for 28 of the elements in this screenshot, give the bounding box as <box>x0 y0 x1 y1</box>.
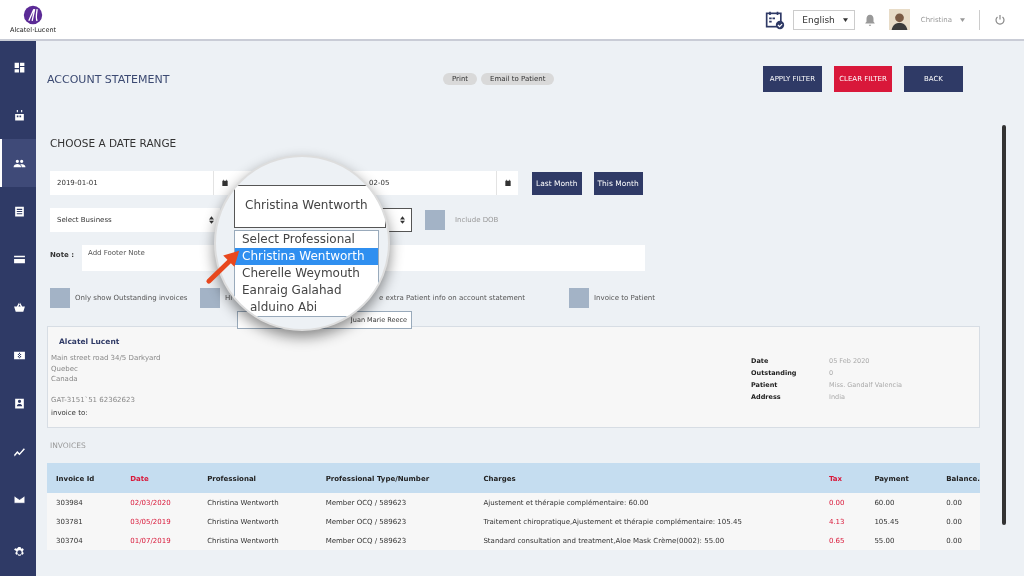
logo-icon <box>23 5 44 25</box>
dropdown-option[interactable]: Eanraig Galahad <box>235 282 378 299</box>
language-select[interactable]: English <box>793 9 855 30</box>
checkbox[interactable] <box>569 288 589 308</box>
settings-icon <box>12 545 26 559</box>
contact-card-icon <box>12 396 26 410</box>
checkbox[interactable] <box>425 210 445 230</box>
calendar-icon <box>503 179 512 187</box>
page-title: ACCOUNT STATEMENT <box>47 72 171 86</box>
checkbox[interactable] <box>50 288 70 308</box>
professional-select[interactable]: Christina Wentworth <box>234 185 386 228</box>
dropdown-option[interactable]: Select Professional <box>235 231 378 248</box>
sidebar-item[interactable] <box>0 139 36 187</box>
section-title: CHOOSE A DATE RANGE <box>50 137 178 149</box>
dropdown-option[interactable]: alduino Abi <box>235 299 378 316</box>
dashboard-icon <box>12 60 26 74</box>
caret-icon[interactable] <box>960 17 965 22</box>
calendar-icon <box>220 179 229 187</box>
bell-icon[interactable] <box>862 12 877 27</box>
caret-icon <box>842 17 848 22</box>
calendar-icon <box>12 108 26 122</box>
sort-icon <box>400 216 405 224</box>
avatar[interactable] <box>888 9 910 30</box>
power-icon[interactable] <box>994 13 1006 26</box>
basket-icon <box>12 300 26 314</box>
document-icon <box>12 204 26 218</box>
calendar-check-icon[interactable] <box>765 9 786 30</box>
checkbox[interactable] <box>200 288 220 308</box>
